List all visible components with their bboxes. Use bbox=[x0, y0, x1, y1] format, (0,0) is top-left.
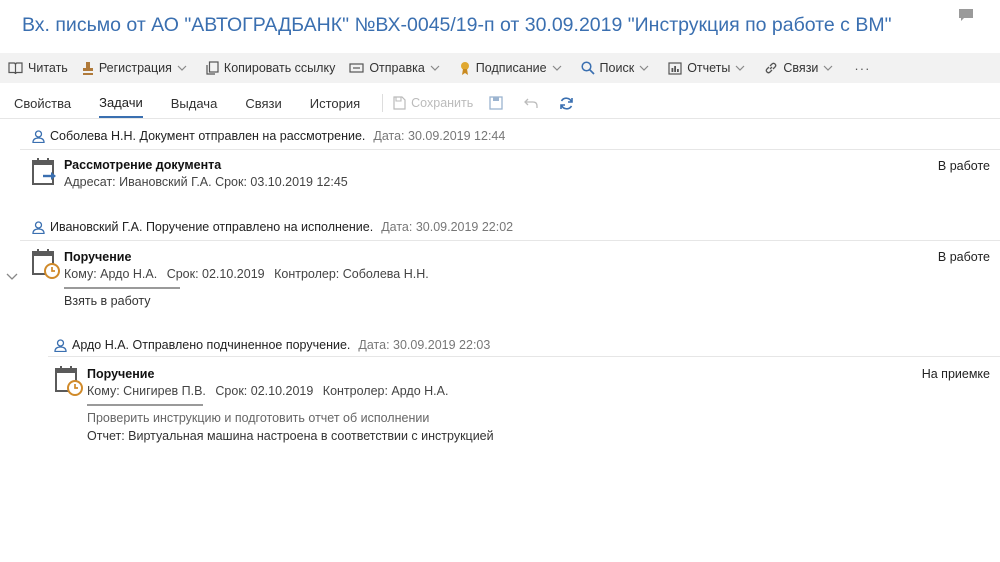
sign-menu[interactable]: Подписание bbox=[459, 61, 567, 76]
task-controller: Контролер: Соболева Н.Н. bbox=[274, 267, 429, 281]
task-title[interactable]: Рассмотрение документа bbox=[64, 158, 348, 172]
tab-issue[interactable]: Выдача bbox=[171, 90, 218, 117]
send-label: Отправка bbox=[369, 61, 425, 75]
tabs-divider bbox=[0, 118, 1000, 119]
event-header: Ивановский Г.А. Поручение отправлено на … bbox=[32, 220, 513, 234]
chevron-down-icon bbox=[823, 65, 833, 71]
read-button[interactable]: Читать bbox=[8, 61, 68, 75]
tab-actions: Сохранить bbox=[382, 94, 595, 112]
event-author: Соболева Н.Н. Документ отправлен на расс… bbox=[50, 129, 366, 143]
undo-icon bbox=[524, 98, 538, 108]
send-menu[interactable]: Отправка bbox=[349, 61, 444, 75]
book-icon bbox=[8, 62, 23, 75]
floppy-disk-icon bbox=[489, 96, 503, 110]
chevron-down-icon bbox=[177, 65, 187, 71]
save-label: Сохранить bbox=[411, 96, 474, 110]
task-title[interactable]: Поручение bbox=[87, 367, 454, 381]
task-recipient: Кому: Снигирев П.В. bbox=[87, 384, 206, 398]
reports-label: Отчеты bbox=[687, 61, 731, 75]
search-menu[interactable]: Поиск bbox=[580, 61, 655, 75]
task-meta: Кому: Снигирев П.В. Срок: 02.10.2019 Кон… bbox=[87, 384, 454, 398]
report-chart-icon bbox=[668, 61, 682, 75]
toolbar: Читать Регистрация Копировать ссылку Отп… bbox=[0, 53, 1000, 83]
task-progress-underline bbox=[87, 404, 203, 406]
task-meta: Кому: Ардо Н.А. Срок: 02.10.2019 Контрол… bbox=[64, 267, 435, 281]
save-document-icon bbox=[393, 96, 406, 110]
message-icon[interactable] bbox=[958, 8, 974, 22]
registration-menu[interactable]: Регистрация bbox=[82, 61, 192, 76]
event-date: Дата: 30.09.2019 12:44 bbox=[373, 129, 506, 143]
task-report: Отчет: Виртуальная машина настроена в со… bbox=[87, 429, 494, 443]
event-author: Ивановский Г.А. Поручение отправлено на … bbox=[50, 220, 374, 234]
registration-label: Регистрация bbox=[98, 61, 172, 75]
task-meta: Адресат: Ивановский Г.А. Срок: 03.10.201… bbox=[64, 175, 348, 189]
take-to-work-link[interactable]: Взять в работу bbox=[64, 294, 151, 308]
search-label: Поиск bbox=[599, 61, 635, 75]
divider bbox=[20, 149, 1000, 150]
copy-link-button[interactable]: Копировать ссылку bbox=[206, 61, 335, 75]
user-icon bbox=[32, 220, 45, 234]
divider bbox=[20, 240, 1000, 241]
copy-link-label: Копировать ссылку bbox=[223, 61, 336, 75]
link-chain-icon bbox=[766, 62, 777, 74]
window-title: Вх. письмо от АО "АВТОГРАДБАНК" №ВХ-0045… bbox=[22, 14, 892, 36]
send-icon bbox=[349, 63, 364, 73]
reports-menu[interactable]: Отчеты bbox=[668, 61, 750, 75]
status-badge: В работе bbox=[937, 250, 990, 264]
task-controller: Контролер: Ардо Н.А. bbox=[322, 384, 449, 398]
task-recipient: Кому: Ардо Н.А. bbox=[64, 267, 158, 281]
task-card[interactable]: Поручение Кому: Снигирев П.В. Срок: 02.1… bbox=[87, 367, 454, 398]
review-document-icon bbox=[32, 158, 56, 185]
refresh-button[interactable] bbox=[559, 96, 579, 111]
tab-tasks[interactable]: Задачи bbox=[99, 89, 143, 118]
task-title[interactable]: Поручение bbox=[64, 250, 435, 264]
search-icon bbox=[580, 61, 595, 75]
task-card[interactable]: Поручение Кому: Ардо Н.А. Срок: 02.10.20… bbox=[64, 250, 435, 281]
event-header: Соболева Н.Н. Документ отправлен на расс… bbox=[32, 129, 505, 143]
chevron-down-icon bbox=[639, 65, 649, 71]
collapse-chevron-icon[interactable] bbox=[6, 273, 18, 281]
divider bbox=[382, 94, 384, 112]
tab-bar: Свойства Задачи Выдача Связи История Сох… bbox=[0, 88, 595, 118]
copy-icon bbox=[206, 61, 219, 75]
assignment-calendar-clock-icon bbox=[55, 366, 83, 396]
links-label: Связи bbox=[783, 61, 819, 75]
tab-links[interactable]: Связи bbox=[245, 90, 281, 117]
tab-history[interactable]: История bbox=[310, 90, 360, 117]
signature-seal-icon bbox=[460, 61, 469, 75]
links-menu[interactable]: Связи bbox=[764, 61, 838, 75]
task-due-date: Срок: 02.10.2019 bbox=[166, 267, 265, 281]
chevron-down-icon bbox=[735, 65, 745, 71]
save-disk-button[interactable] bbox=[489, 96, 508, 110]
event-header: Ардо Н.А. Отправлено подчиненное поручен… bbox=[54, 338, 490, 352]
status-badge: В работе bbox=[937, 159, 990, 173]
assignment-calendar-clock-icon bbox=[32, 249, 60, 279]
user-icon bbox=[32, 129, 45, 143]
event-date: Дата: 30.09.2019 22:03 bbox=[358, 338, 491, 352]
more-button[interactable]: ··· bbox=[854, 61, 870, 76]
tab-properties[interactable]: Свойства bbox=[14, 90, 71, 117]
task-progress-underline bbox=[64, 287, 180, 289]
stamp-icon bbox=[82, 61, 93, 75]
save-button[interactable]: Сохранить bbox=[393, 96, 473, 110]
user-icon bbox=[54, 338, 67, 352]
task-card[interactable]: Рассмотрение документа Адресат: Ивановск… bbox=[64, 158, 348, 189]
chevron-down-icon bbox=[430, 65, 440, 71]
event-author: Ардо Н.А. Отправлено подчиненное поручен… bbox=[72, 338, 351, 352]
task-due-date: Срок: 02.10.2019 bbox=[215, 384, 314, 398]
divider bbox=[48, 356, 1000, 357]
status-badge: На приемке bbox=[921, 367, 990, 381]
sign-label: Подписание bbox=[475, 61, 547, 75]
read-label: Читать bbox=[28, 61, 68, 75]
event-date: Дата: 30.09.2019 22:02 bbox=[381, 220, 514, 234]
task-instruction: Проверить инструкцию и подготовить отчет… bbox=[87, 411, 430, 425]
refresh-icon bbox=[560, 96, 574, 110]
undo-button[interactable] bbox=[524, 97, 543, 109]
chevron-down-icon bbox=[552, 65, 561, 71]
